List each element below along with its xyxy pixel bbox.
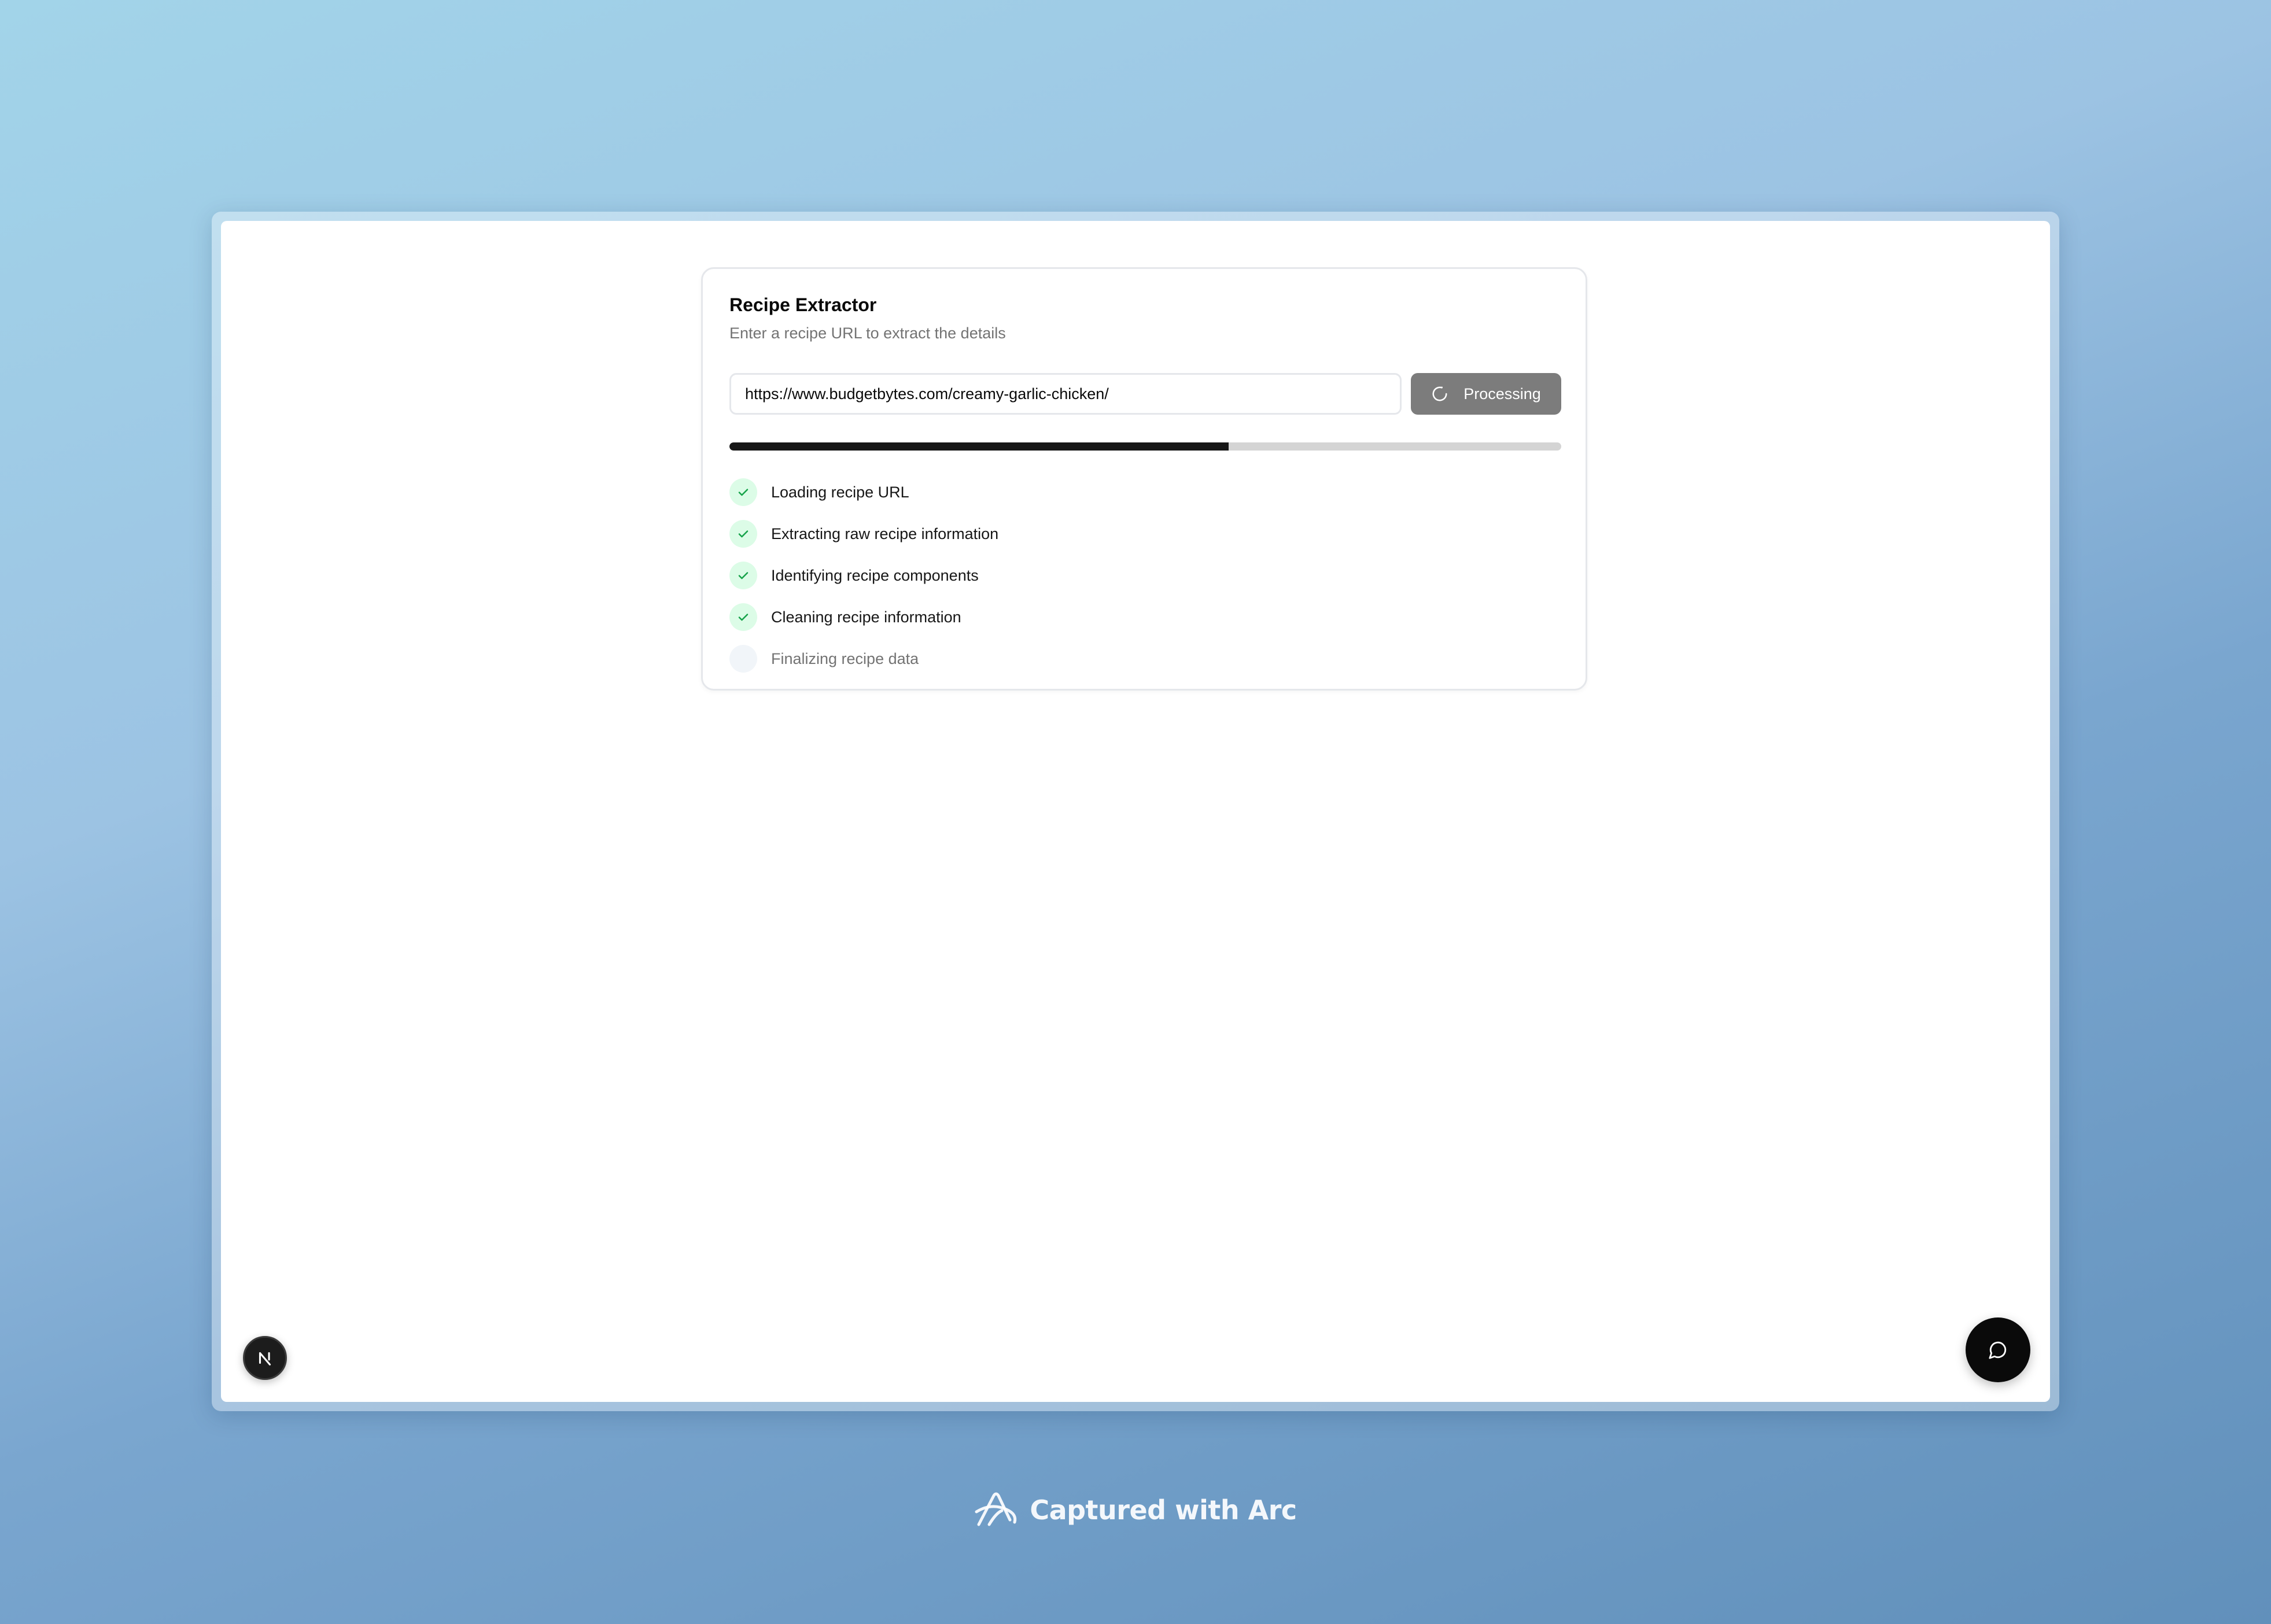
step-item: Loading recipe URL [729, 471, 998, 513]
browser-frame: Recipe Extractor Enter a recipe URL to e… [212, 212, 2059, 1411]
card-title: Recipe Extractor [729, 294, 877, 315]
app-window: Recipe Extractor Enter a recipe URL to e… [221, 221, 2050, 1402]
check-icon [729, 562, 757, 589]
step-label: Identifying recipe components [771, 566, 979, 584]
check-icon [729, 478, 757, 506]
check-icon [729, 603, 757, 631]
processing-button-label: Processing [1463, 385, 1541, 403]
progress-bar-fill [729, 442, 1229, 451]
n-logo-icon [259, 1352, 271, 1365]
watermark-text: Captured with Arc [1030, 1494, 1297, 1526]
spinner-icon [1432, 386, 1447, 401]
processing-button[interactable]: Processing [1411, 373, 1561, 415]
empty-circle-icon [729, 645, 757, 673]
step-label: Extracting raw recipe information [771, 525, 999, 542]
step-label: Loading recipe URL [771, 483, 909, 501]
arc-watermark: Captured with Arc [0, 1491, 2271, 1529]
chat-button[interactable] [1966, 1317, 2030, 1382]
step-list: Loading recipe URL Extracting raw recipe… [729, 471, 998, 680]
step-label: Finalizing recipe data [771, 649, 919, 667]
chat-bubble-icon [1989, 1341, 2007, 1359]
nextjs-badge[interactable] [243, 1336, 287, 1380]
arc-logo-icon [975, 1492, 1017, 1526]
check-icon [729, 520, 757, 548]
step-item: Identifying recipe components [729, 555, 998, 596]
step-label: Cleaning recipe information [771, 608, 961, 626]
card-subtitle: Enter a recipe URL to extract the detail… [729, 324, 1006, 342]
recipe-extractor-card: Recipe Extractor Enter a recipe URL to e… [701, 267, 1587, 691]
step-item: Extracting raw recipe information [729, 513, 998, 555]
progress-bar [729, 442, 1561, 451]
step-item: Finalizing recipe data [729, 638, 998, 680]
recipe-url-input[interactable] [729, 373, 1402, 415]
step-item: Cleaning recipe information [729, 596, 998, 638]
